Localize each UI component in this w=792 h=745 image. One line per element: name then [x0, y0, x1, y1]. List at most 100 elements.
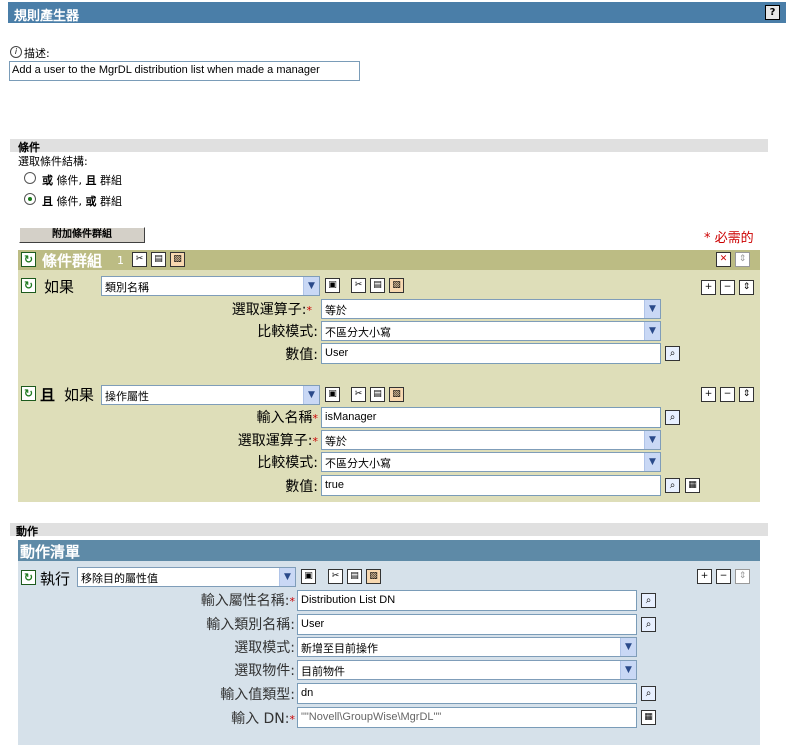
condition-structure-label: 選取條件結構: [18, 155, 88, 168]
value-input[interactable]: true [321, 475, 661, 496]
copy-icon[interactable]: ▤ [151, 252, 166, 267]
delete-group-icon[interactable]: ✕ [716, 252, 731, 267]
browse-icon[interactable]: ⌕ [665, 346, 680, 361]
structure-radio-or-and[interactable] [24, 172, 36, 184]
condition-group-header [18, 250, 760, 270]
chevron-down-icon: ▼ [644, 453, 660, 471]
operator-select[interactable]: 等於 ▼ [321, 430, 661, 450]
mode-label: 選取模式: [234, 640, 295, 656]
remove-icon[interactable]: − [720, 280, 735, 295]
remove-icon[interactable]: − [720, 387, 735, 402]
browse-icon[interactable]: ⌕ [665, 478, 680, 493]
actions-section-header: 動作 [10, 523, 768, 538]
editor-icon[interactable]: ▣ [325, 387, 340, 402]
browse-icon[interactable]: ⌕ [641, 686, 656, 701]
value-input[interactable]: User [321, 343, 661, 364]
paste-icon[interactable]: ▧ [170, 252, 185, 267]
value-label: 數值: [285, 347, 318, 363]
chevron-down-icon: ▼ [303, 386, 319, 404]
value-type-input[interactable]: dn [297, 683, 637, 704]
add-icon[interactable]: + [701, 387, 716, 402]
info-icon: i [10, 46, 22, 58]
refresh-icon[interactable]: ↻ [21, 386, 36, 401]
class-name-input[interactable]: User [297, 614, 637, 635]
move-icon[interactable]: ⇕ [735, 569, 750, 584]
object-label: 選取物件: [234, 663, 295, 679]
description-input[interactable]: Add a user to the MgrDL distribution lis… [9, 61, 360, 81]
paste-icon[interactable]: ▧ [389, 387, 404, 402]
structure-option-or-and: 或 條件, 且 群組 [42, 174, 122, 187]
operator-label: 選取運算子:* [237, 433, 318, 449]
compare-mode-label: 比較模式: [257, 455, 318, 471]
object-select[interactable]: 目前物件 ▼ [297, 660, 637, 680]
append-condition-group-button[interactable]: 附加條件群組 [19, 227, 145, 243]
copy-icon[interactable]: ▤ [370, 278, 385, 293]
compare-mode-select[interactable]: 不區分大小寫 ▼ [321, 452, 661, 472]
dn-editor-icon[interactable]: ▦ [641, 710, 656, 725]
dn-label: 輸入 DN:* [231, 711, 295, 727]
cut-icon[interactable]: ✂ [328, 569, 343, 584]
chevron-down-icon: ▼ [644, 300, 660, 318]
action-list-header [18, 540, 760, 561]
value-type-label: 輸入值類型: [220, 687, 295, 703]
attr-name-label: 輸入屬性名稱:* [200, 593, 295, 609]
conditions-section-header: 條件 [10, 139, 768, 154]
editor-icon[interactable]: ▣ [325, 278, 340, 293]
condition-group-title: 條件群組 [42, 252, 103, 270]
if-label: 如果 [64, 386, 95, 404]
chevron-down-icon: ▼ [644, 322, 660, 340]
move-icon[interactable]: ⇕ [739, 387, 754, 402]
move-icon[interactable]: ⇕ [739, 280, 754, 295]
copy-icon[interactable]: ▤ [347, 569, 362, 584]
mode-select[interactable]: 新增至目前操作 ▼ [297, 637, 637, 657]
do-label: 執行 [40, 570, 71, 588]
condition-type-select[interactable]: 操作屬性 ▼ [101, 385, 320, 405]
cut-icon[interactable]: ✂ [351, 278, 366, 293]
name-input[interactable]: isManager [321, 407, 661, 428]
copy-icon[interactable]: ▤ [370, 387, 385, 402]
compare-mode-select[interactable]: 不區分大小寫 ▼ [321, 321, 661, 341]
add-icon[interactable]: + [697, 569, 712, 584]
action-type-select[interactable]: 移除目的屬性值 ▼ [77, 567, 296, 587]
value-editor-icon[interactable]: ▦ [685, 478, 700, 493]
structure-radio-and-or[interactable] [24, 193, 36, 205]
actions-section-label: 動作 [16, 525, 38, 538]
refresh-icon[interactable]: ↻ [21, 252, 36, 267]
operator-select[interactable]: 等於 ▼ [321, 299, 661, 319]
cut-icon[interactable]: ✂ [132, 252, 147, 267]
help-button[interactable]: ? [765, 5, 780, 20]
required-note: * 必需的 [704, 231, 754, 246]
cut-icon[interactable]: ✂ [351, 387, 366, 402]
condition-group-number: 1 [117, 254, 124, 267]
and-label: 且 [40, 386, 56, 404]
move-group-icon[interactable]: ⇕ [735, 252, 750, 267]
remove-icon[interactable]: − [716, 569, 731, 584]
page-title: 規則產生器 [14, 9, 80, 24]
title-bar: 規則產生器 ? [8, 2, 786, 24]
attr-name-input[interactable]: Distribution List DN [297, 590, 637, 611]
browse-icon[interactable]: ⌕ [641, 593, 656, 608]
browse-icon[interactable]: ⌕ [665, 410, 680, 425]
editor-icon[interactable]: ▣ [301, 569, 316, 584]
chevron-down-icon: ▼ [620, 661, 636, 679]
if-label: 如果 [44, 278, 75, 296]
refresh-icon[interactable]: ↻ [21, 278, 36, 293]
name-label: 輸入名稱* [256, 410, 319, 426]
chevron-down-icon: ▼ [644, 431, 660, 449]
condition-type-select[interactable]: 類別名稱 ▼ [101, 276, 320, 296]
chevron-down-icon: ▼ [620, 638, 636, 656]
action-list-title: 動作清單 [20, 543, 81, 561]
structure-option-and-or: 且 條件, 或 群組 [42, 195, 122, 208]
browse-icon[interactable]: ⌕ [641, 617, 656, 632]
chevron-down-icon: ▼ [303, 277, 319, 295]
value-label: 數值: [285, 479, 318, 495]
paste-icon[interactable]: ▧ [366, 569, 381, 584]
refresh-icon[interactable]: ↻ [21, 570, 36, 585]
add-icon[interactable]: + [701, 280, 716, 295]
chevron-down-icon: ▼ [279, 568, 295, 586]
paste-icon[interactable]: ▧ [389, 278, 404, 293]
description-label: 描述: [24, 47, 50, 60]
dn-input[interactable]: ""Novell\GroupWise\MgrDL"" [297, 707, 637, 728]
compare-mode-label: 比較模式: [257, 324, 318, 340]
operator-label: 選取運算子:* [231, 302, 312, 318]
